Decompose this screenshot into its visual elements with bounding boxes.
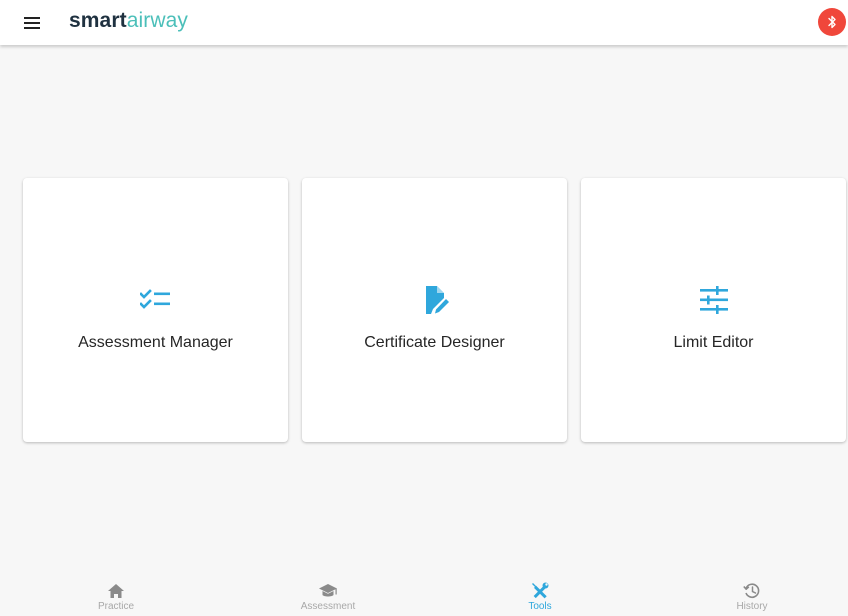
history-icon (741, 581, 763, 601)
bluetooth-button[interactable] (818, 8, 846, 36)
edit-document-icon (419, 284, 451, 316)
bluetooth-icon (828, 15, 836, 29)
certificate-designer-label: Certificate Designer (364, 334, 505, 351)
logo-text-airway: airway (126, 9, 188, 32)
nav-history[interactable]: History (646, 574, 848, 616)
sliders-icon (698, 284, 730, 316)
nav-assessment-label: Assessment (300, 601, 356, 612)
graduation-cap-icon (317, 581, 339, 601)
home-icon (105, 581, 127, 601)
bottom-navigation: Practice Assessment Tools History (0, 574, 848, 616)
assessment-manager-card[interactable]: Assessment Manager (23, 178, 288, 442)
app-bar: smartairway (0, 0, 848, 45)
menu-icon (24, 17, 40, 29)
nav-practice[interactable]: Practice (10, 574, 222, 616)
limit-editor-card[interactable]: Limit Editor (581, 178, 846, 442)
nav-assessment[interactable]: Assessment (222, 574, 434, 616)
limit-editor-label: Limit Editor (673, 334, 754, 351)
menu-button[interactable] (17, 12, 47, 34)
nav-history-label: History (736, 601, 768, 612)
app-logo: smartairway (69, 9, 188, 33)
logo-text-smart: smart (69, 9, 127, 32)
nav-practice-label: Practice (97, 601, 135, 612)
tools-icon (529, 581, 551, 601)
assessment-manager-label: Assessment Manager (78, 334, 233, 351)
nav-tools-label: Tools (528, 601, 552, 612)
nav-tools[interactable]: Tools (434, 574, 646, 616)
certificate-designer-card[interactable]: Certificate Designer (302, 178, 567, 442)
checklist-icon (139, 284, 172, 316)
